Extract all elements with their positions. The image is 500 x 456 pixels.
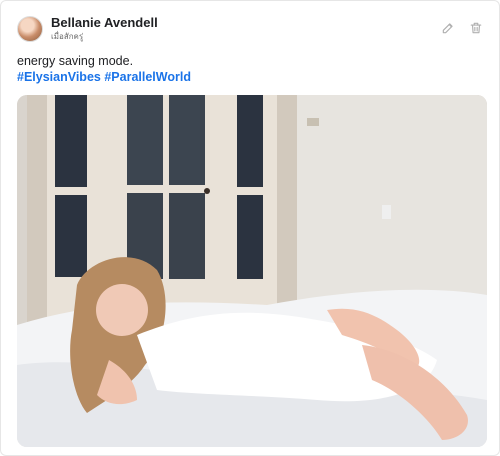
post-photo-image bbox=[17, 95, 487, 447]
post-text: energy saving mode. bbox=[17, 54, 134, 68]
hashtag-list: #ElysianVibes #ParallelWorld bbox=[17, 69, 191, 85]
author-meta: Bellanie Avendell เมื่อสักครู่ bbox=[51, 15, 158, 43]
post-actions bbox=[441, 21, 483, 35]
hashtag-link[interactable]: #ElysianVibes bbox=[17, 70, 101, 84]
post-time: เมื่อสักครู่ bbox=[51, 32, 84, 41]
avatar[interactable] bbox=[17, 16, 43, 42]
trash-icon[interactable] bbox=[469, 21, 483, 35]
post-card: Bellanie Avendell เมื่อสักครู่ energy sa… bbox=[0, 0, 500, 456]
post-header: Bellanie Avendell เมื่อสักครู่ bbox=[17, 15, 158, 43]
pencil-icon[interactable] bbox=[441, 21, 455, 35]
hashtag-link[interactable]: #ParallelWorld bbox=[104, 70, 191, 84]
author-name[interactable]: Bellanie Avendell bbox=[51, 15, 158, 31]
post-photo[interactable] bbox=[17, 95, 487, 447]
